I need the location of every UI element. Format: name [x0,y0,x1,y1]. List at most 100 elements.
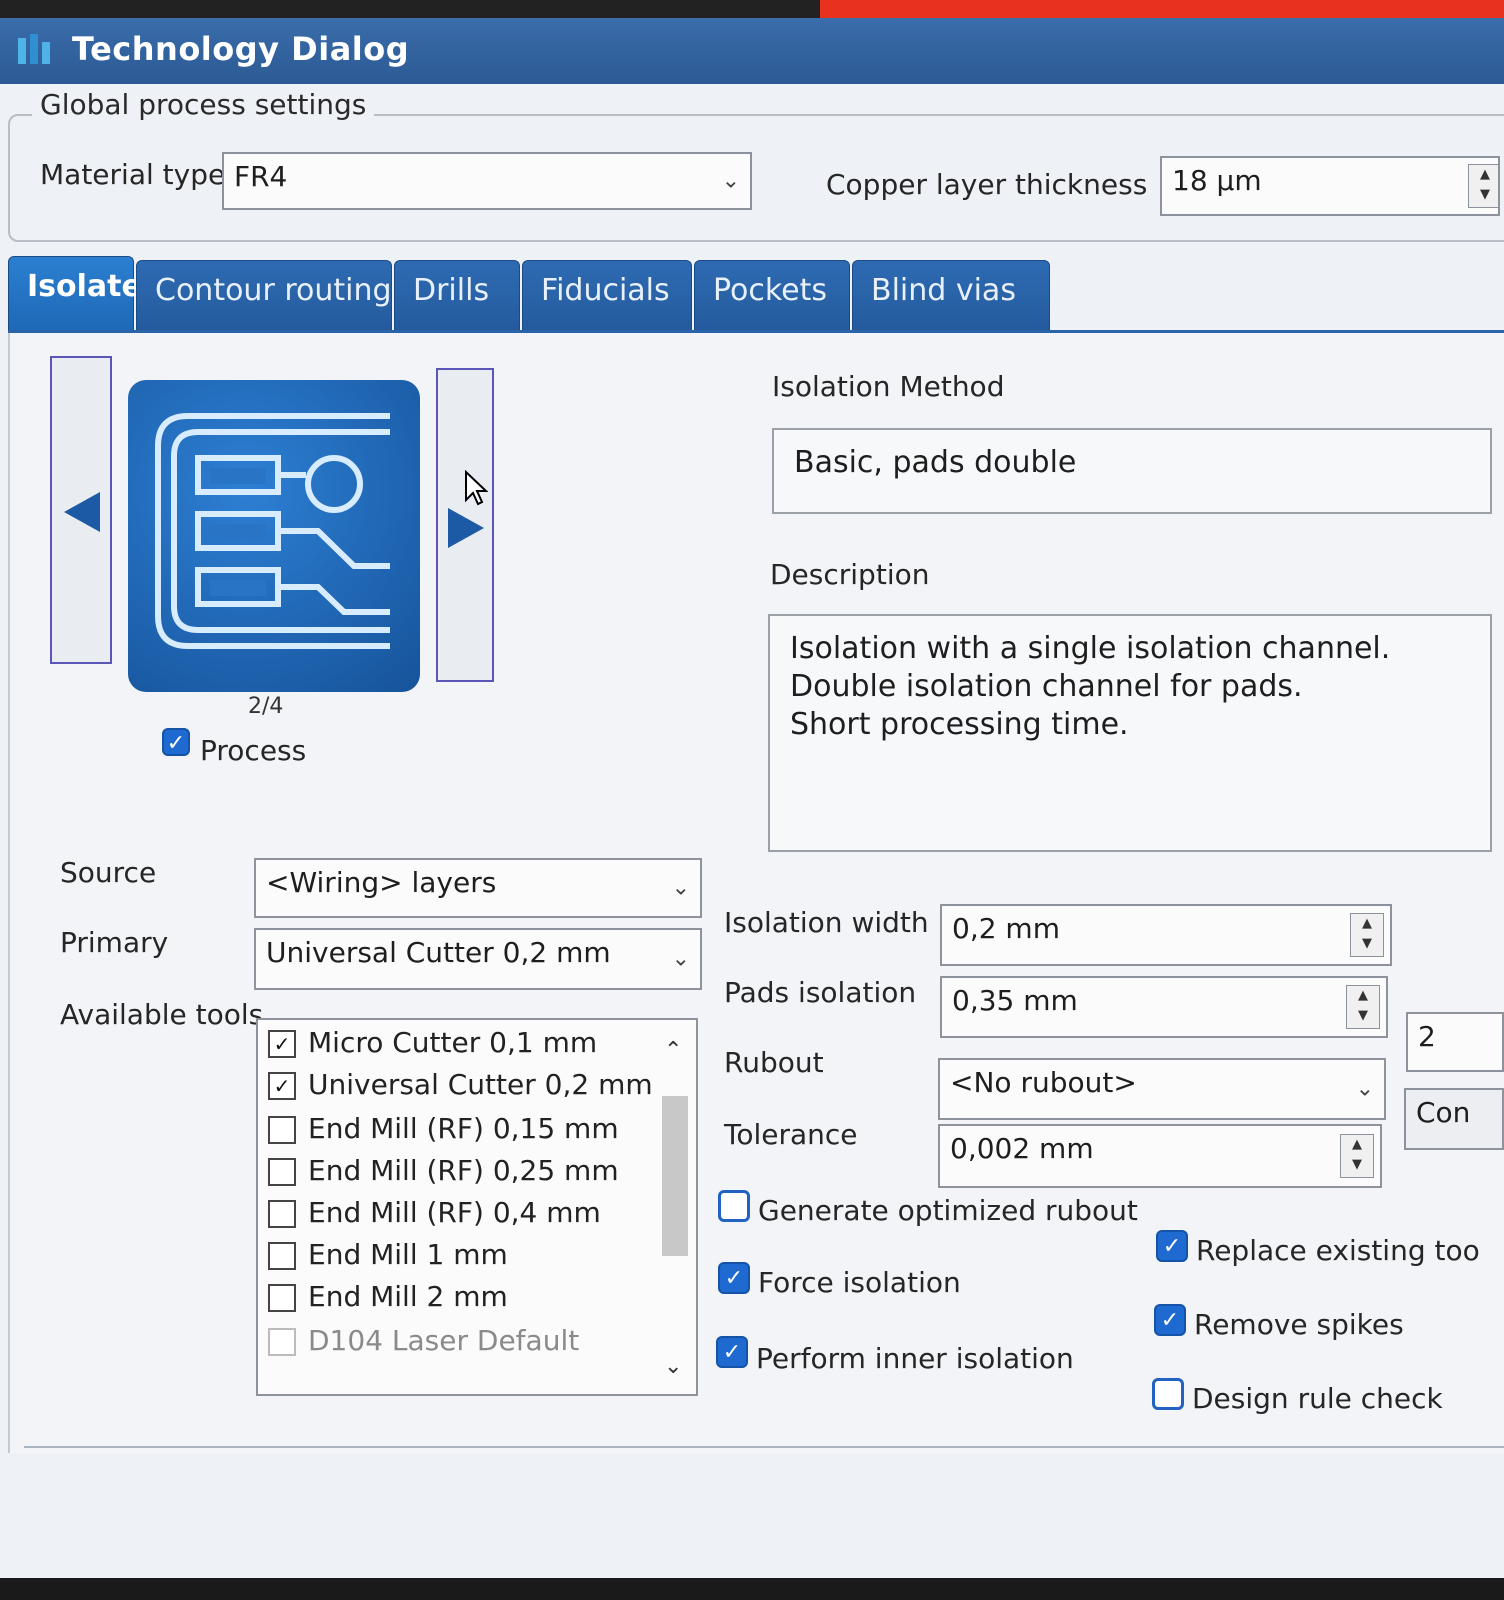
source-value: <Wiring> layers [266,866,497,899]
tool-checkbox[interactable] [268,1158,296,1186]
description-label: Description [770,558,930,591]
chevron-down-icon[interactable]: ⌄ [664,1354,682,1379]
copper-thickness-input[interactable]: 18 µm ▲ ▼ [1160,156,1500,216]
chevron-down-icon: ⌄ [671,875,690,901]
app-icon [18,34,50,64]
material-type-select[interactable]: FR4 ⌄ [222,152,752,210]
isolation-width-label: Isolation width [724,906,929,939]
tool-name: End Mill 1 mm [308,1238,508,1271]
isolation-width-value: 0,2 mm [952,912,1060,945]
technology-dialog: Technology Dialog Global process setting… [0,18,1504,1578]
available-tools-label: Available tools [60,998,264,1031]
tab-fiducials[interactable]: Fiducials [522,260,692,332]
source-label: Source [60,856,157,889]
replace-existing-tools-label: Replace existing too [1196,1234,1480,1267]
list-item[interactable]: ✓ Micro Cutter 0,1 mm [268,1026,597,1059]
list-item[interactable]: End Mill (RF) 0,15 mm [268,1112,619,1145]
remove-spikes-checkbox[interactable]: ✓ [1154,1304,1186,1336]
list-item[interactable]: ✓ Universal Cutter 0,2 mm [268,1068,653,1101]
perform-inner-isolation-checkbox[interactable]: ✓ [716,1336,748,1368]
tab-pockets[interactable]: Pockets [694,260,850,332]
chevron-down-icon: ⌄ [1355,1076,1374,1102]
global-settings-legend: Global process settings [32,88,375,121]
design-rule-check-checkbox[interactable] [1152,1378,1184,1410]
generate-optimized-rubout-label: Generate optimized rubout [758,1194,1138,1227]
isolation-method-value: Basic, pads double [794,445,1077,480]
list-item: D104 Laser Default [268,1324,579,1357]
process-label: Process [200,734,307,767]
force-isolation-label: Force isolation [758,1266,961,1299]
tool-checkbox[interactable] [268,1116,296,1144]
tolerance-value: 0,002 mm [950,1132,1094,1165]
tool-name: End Mill (RF) 0,4 mm [308,1196,601,1229]
rubout-config-label: Con [1416,1096,1471,1129]
generate-optimized-rubout-checkbox[interactable] [718,1190,750,1222]
spinner-icon[interactable]: ▲ ▼ [1350,913,1384,957]
method-preview-image [128,380,420,692]
tool-checkbox[interactable]: ✓ [268,1072,296,1100]
tool-checkbox[interactable] [268,1242,296,1270]
pads-isolation-value: 0,35 mm [952,984,1078,1017]
tool-checkbox [268,1328,296,1356]
scrollbar-thumb[interactable] [662,1096,688,1256]
arrow-right-icon [448,508,484,548]
tool-checkbox[interactable] [268,1200,296,1228]
tool-name: Micro Cutter 0,1 mm [308,1026,598,1059]
material-type-value: FR4 [234,160,288,193]
primary-tool-select[interactable]: Universal Cutter 0,2 mm ⌄ [254,928,702,990]
pads-isolation-input[interactable]: 0,35 mm ▲ ▼ [940,976,1388,1038]
pads-isolation-count-value: 2 [1418,1020,1436,1053]
list-item[interactable]: End Mill 1 mm [268,1238,508,1271]
list-item[interactable]: End Mill (RF) 0,25 mm [268,1154,619,1187]
tool-name: End Mill (RF) 0,15 mm [308,1112,619,1145]
description-box: Isolation with a single isolation channe… [768,614,1492,852]
copper-thickness-value: 18 µm [1172,164,1262,197]
next-method-button[interactable] [436,368,494,682]
available-tools-list[interactable]: ✓ Micro Cutter 0,1 mm ✓ Universal Cutter 0… [256,1018,698,1396]
isolation-method-label: Isolation Method [772,370,1005,403]
source-select[interactable]: <Wiring> layers ⌄ [254,858,702,918]
tools-scrollbar[interactable]: ⌃ ⌄ [658,1024,692,1390]
rubout-label: Rubout [724,1046,824,1079]
chevron-up-icon[interactable]: ⌃ [664,1038,682,1063]
previous-method-button[interactable] [50,356,112,664]
mouse-cursor-icon [465,470,488,506]
window-title: Technology Dialog [72,30,410,68]
title-bar[interactable]: Technology Dialog [0,18,1504,84]
force-isolation-checkbox[interactable]: ✓ [718,1262,750,1294]
rubout-value: <No rubout> [950,1066,1137,1099]
panel-bottom-border [24,1446,1504,1448]
tolerance-label: Tolerance [724,1118,858,1151]
method-counter: 2/4 [248,694,284,719]
list-item[interactable]: End Mill (RF) 0,4 mm [268,1196,601,1229]
spinner-icon[interactable]: ▲ ▼ [1340,1134,1374,1178]
tool-checkbox[interactable]: ✓ [268,1030,296,1058]
isolation-method-display: Basic, pads double [772,428,1492,514]
pads-isolation-count-input[interactable]: 2 [1406,1012,1504,1072]
rubout-config-button[interactable]: Con [1404,1088,1504,1150]
perform-inner-isolation-label: Perform inner isolation [756,1342,1074,1375]
spinner-icon[interactable]: ▲ ▼ [1468,164,1498,208]
replace-existing-tools-checkbox[interactable]: ✓ [1156,1230,1188,1262]
tool-name: End Mill (RF) 0,25 mm [308,1154,619,1187]
tab-blind-vias[interactable]: Blind vias [852,260,1050,332]
isolation-width-input[interactable]: 0,2 mm ▲ ▼ [940,904,1392,966]
tab-isolate[interactable]: Isolate [8,256,142,332]
arrow-left-icon [64,492,100,532]
remove-spikes-label: Remove spikes [1194,1308,1404,1341]
tab-contour-routing[interactable]: Contour routing [136,260,392,332]
tool-name: End Mill 2 mm [308,1280,508,1313]
tolerance-input[interactable]: 0,002 mm ▲ ▼ [938,1124,1382,1188]
process-checkbox[interactable]: ✓ [162,728,190,756]
tab-drills[interactable]: Drills [394,260,520,332]
description-line: Isolation with a single isolation channe… [790,631,1391,666]
list-item[interactable]: End Mill 2 mm [268,1280,508,1313]
description-line: Short processing time. [790,707,1129,742]
design-rule-check-label: Design rule check [1192,1382,1443,1415]
spinner-icon[interactable]: ▲ ▼ [1346,985,1380,1029]
pads-isolation-label: Pads isolation [724,976,917,1009]
rubout-select[interactable]: <No rubout> ⌄ [938,1058,1386,1120]
tool-checkbox[interactable] [268,1284,296,1312]
description-line: Double isolation channel for pads. [790,669,1303,704]
chevron-down-icon: ⌄ [671,946,690,972]
